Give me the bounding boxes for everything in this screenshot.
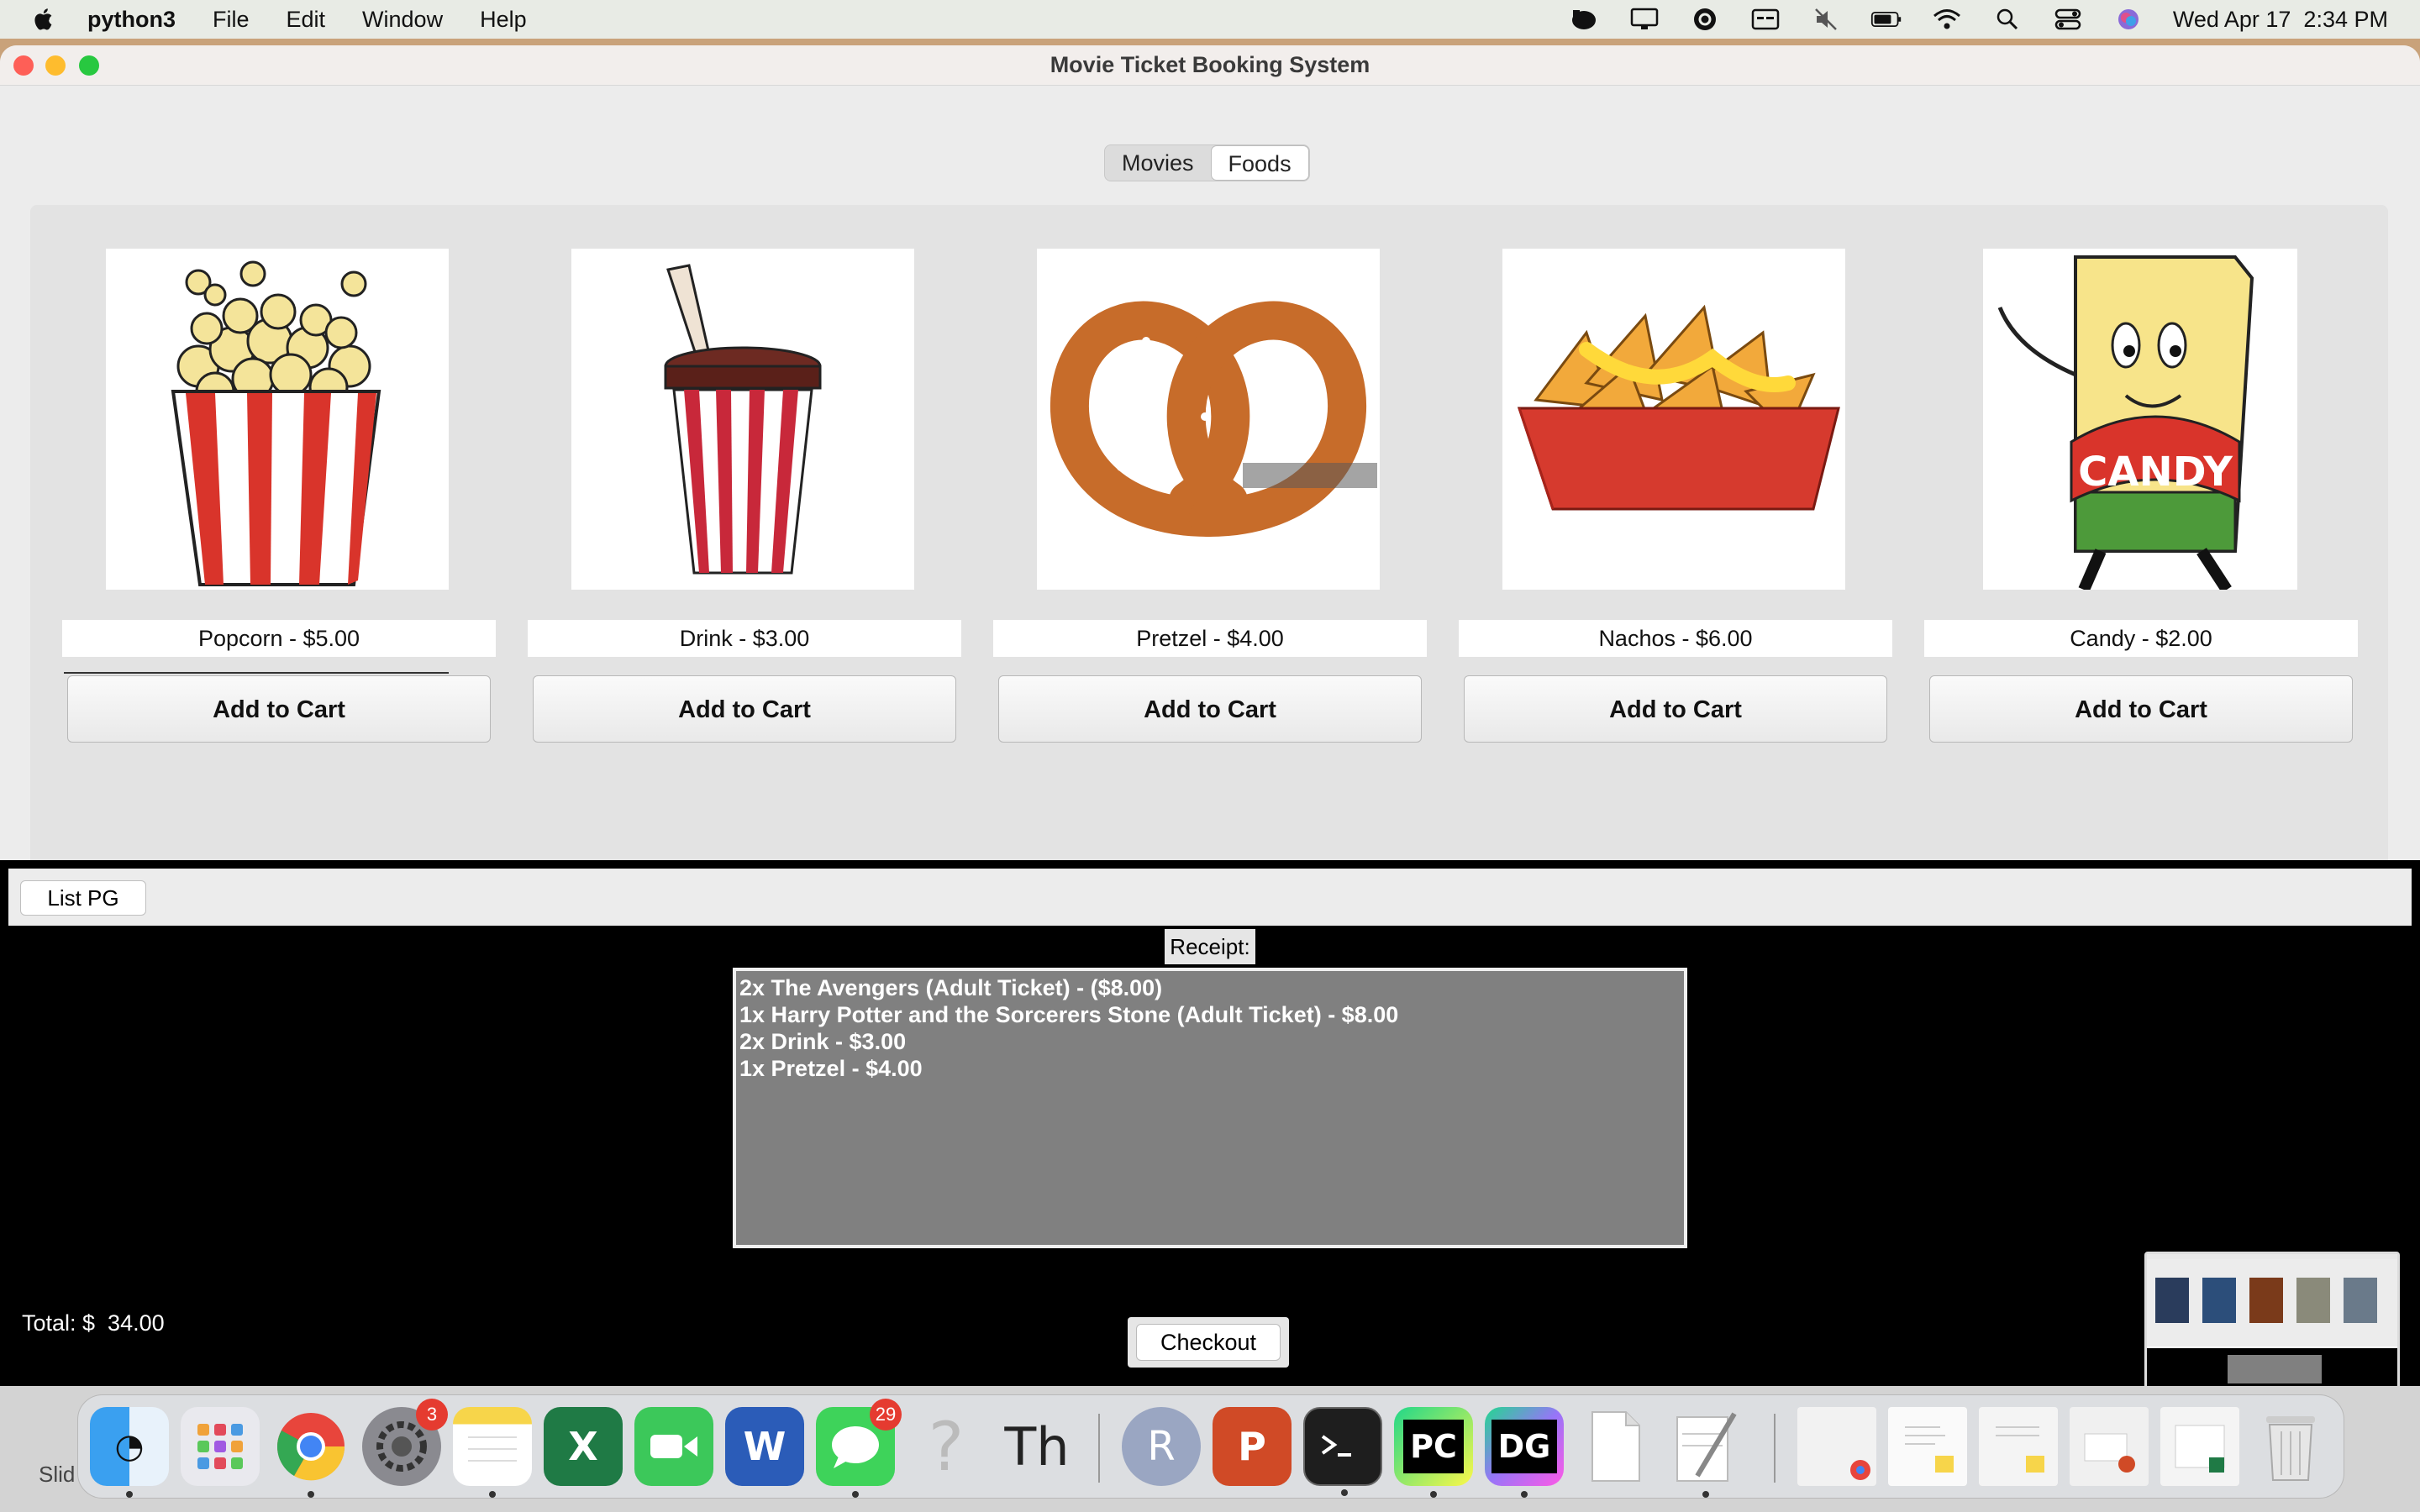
menu-help[interactable]: Help: [480, 7, 527, 33]
recent-window-thumbnail[interactable]: [2070, 1407, 2149, 1486]
receipt-area: List PG Receipt: 2x The Avengers (Adult …: [0, 860, 2420, 1386]
receipt-line: 2x The Avengers (Adult Ticket) - ($8.00): [739, 975, 1163, 1000]
pycharm-icon[interactable]: PC: [1394, 1407, 1473, 1498]
control-center-icon[interactable]: [2052, 7, 2084, 32]
food-price-label: Drink - $3.00: [528, 620, 961, 657]
settings-badge: 3: [416, 1399, 448, 1431]
menu-edit[interactable]: Edit: [287, 7, 326, 33]
datetime[interactable]: Wed Apr 17 2:34 PM: [2173, 7, 2388, 33]
focus-indicator: [64, 672, 449, 674]
notes-icon[interactable]: [453, 1407, 532, 1498]
help-icon[interactable]: ?: [907, 1407, 986, 1486]
dock-separator: [1774, 1414, 1776, 1483]
wifi-icon[interactable]: [1931, 7, 1963, 32]
tab-bar: Movies Foods: [1104, 144, 1310, 181]
nachos-image: [1502, 249, 1845, 590]
window-title: Movie Ticket Booking System: [1050, 52, 1370, 77]
recent-window-thumbnail[interactable]: [2160, 1407, 2239, 1486]
battery-icon: [1870, 7, 1902, 32]
total-label: Total: $ 34.00: [22, 1310, 165, 1336]
menu-file[interactable]: File: [213, 7, 250, 33]
launchpad-icon[interactable]: [181, 1407, 260, 1486]
search-icon[interactable]: [1991, 7, 2023, 32]
food-price-label: Popcorn - $5.00: [62, 620, 496, 657]
display-icon[interactable]: [1628, 7, 1660, 32]
food-price-label: Nachos - $6.00: [1459, 620, 1892, 657]
textedit-icon[interactable]: [1666, 1407, 1745, 1498]
tab-foods[interactable]: Foods: [1210, 145, 1309, 181]
add-to-cart-popcorn-button[interactable]: Add to Cart: [67, 675, 491, 743]
food-price-label: Candy - $2.00: [1924, 620, 2358, 657]
document-icon[interactable]: [1576, 1407, 1655, 1486]
apple-icon[interactable]: [32, 7, 57, 32]
svg-text:CANDY: CANDY: [2078, 449, 2233, 496]
excel-icon[interactable]: X: [544, 1407, 623, 1486]
add-to-cart-nachos-button[interactable]: Add to Cart: [1464, 675, 1887, 743]
messages-icon[interactable]: 29: [816, 1399, 902, 1498]
add-to-cart-pretzel-button[interactable]: Add to Cart: [998, 675, 1422, 743]
powerpoint-icon[interactable]: P: [1213, 1407, 1292, 1486]
receipt-line: 1x Harry Potter and the Sorcerers Stone …: [739, 1002, 1399, 1027]
recent-window-thumbnail[interactable]: [1979, 1407, 2058, 1486]
evernote-icon[interactable]: [1568, 7, 1600, 32]
checkout-container: Checkout: [1128, 1317, 1289, 1368]
menu-bar: python3 File Edit Window Help Wed Apr 17…: [0, 0, 2420, 39]
facetime-icon[interactable]: [634, 1407, 713, 1486]
app-window: Movie Ticket Booking System Movies Foods: [0, 45, 2420, 1386]
checkout-button[interactable]: Checkout: [1136, 1324, 1281, 1361]
trash-icon[interactable]: [2251, 1407, 2330, 1486]
foods-view: Movies Foods Popcorn - $5.00 Add to Cart…: [0, 86, 2420, 905]
datagrip-icon[interactable]: DG: [1485, 1407, 1564, 1498]
receipt-line: 2x Drink - $3.00: [739, 1029, 907, 1054]
food-price-label: Pretzel - $4.00: [993, 620, 1427, 657]
typora-icon[interactable]: Th: [997, 1407, 1076, 1486]
receipt-textbox[interactable]: 2x The Avengers (Adult Ticket) - ($8.00)…: [733, 968, 1687, 1248]
background-window-text: Slid: [39, 1462, 76, 1487]
receipt-line: 1x Pretzel - $4.00: [739, 1056, 923, 1081]
dock: ◔ 3 X W 29 ? Th R P PC DG: [77, 1394, 2344, 1499]
foods-panel: Popcorn - $5.00 Add to Cart Drink - $3.0…: [30, 205, 2388, 897]
mute-icon[interactable]: [1810, 7, 1842, 32]
messages-badge: 29: [870, 1399, 902, 1431]
list-pg-button[interactable]: List PG: [20, 880, 146, 916]
popcorn-image: [106, 249, 449, 590]
receipt-label: Receipt:: [1165, 929, 1255, 964]
chrome-icon[interactable]: [271, 1407, 350, 1498]
word-icon[interactable]: W: [725, 1407, 804, 1486]
r-icon[interactable]: R: [1122, 1407, 1201, 1486]
menu-window[interactable]: Window: [362, 7, 443, 33]
finder-icon[interactable]: ◔: [90, 1407, 169, 1498]
grammarly-icon[interactable]: [1689, 7, 1721, 32]
add-to-cart-candy-button[interactable]: Add to Cart: [1929, 675, 2353, 743]
candy-image: CANDY: [1983, 249, 2297, 590]
siri-icon[interactable]: [2112, 7, 2144, 32]
list-toolbar: List PG: [8, 869, 2412, 926]
title-bar: Movie Ticket Booking System: [0, 45, 2420, 86]
app-menu[interactable]: python3: [87, 7, 176, 33]
recent-window-thumbnail[interactable]: [1797, 1407, 1876, 1486]
tab-movies[interactable]: Movies: [1105, 145, 1211, 181]
recent-window-thumbnail[interactable]: [1888, 1407, 1967, 1486]
system-settings-icon[interactable]: 3: [362, 1399, 448, 1486]
terminal-icon[interactable]: [1303, 1407, 1382, 1496]
dock-separator: [1098, 1414, 1100, 1483]
drink-image: [571, 249, 914, 590]
pretzel-image: [1037, 249, 1380, 590]
caption-icon[interactable]: [1749, 7, 1781, 32]
add-to-cart-drink-button[interactable]: Add to Cart: [533, 675, 956, 743]
screenshot-thumbnail[interactable]: [2144, 1252, 2400, 1386]
